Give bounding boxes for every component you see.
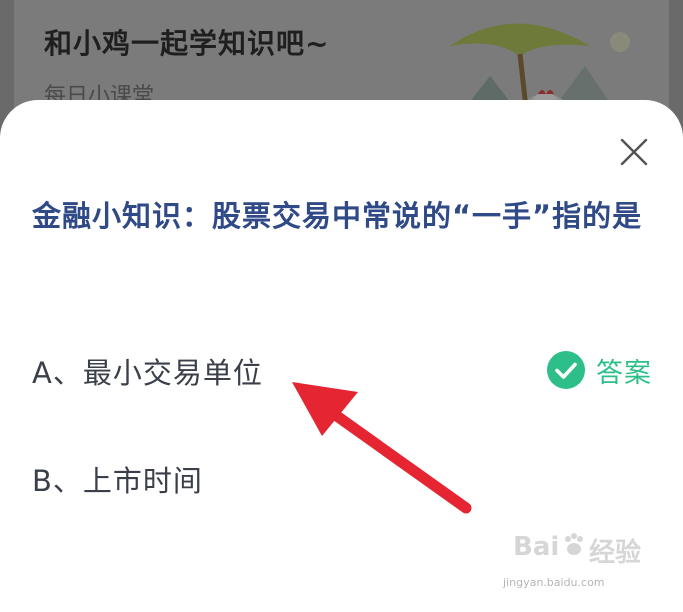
close-icon[interactable] [614,132,654,172]
watermark-brand: Bai [513,532,560,562]
check-circle-icon [547,351,585,389]
option-b-label: B、上市时间 [32,464,203,498]
answer-label: 答案 [596,357,652,389]
option-a[interactable]: A、最小交易单位 答案 [32,340,652,400]
watermark-brand-suffix: 经验 [589,538,642,568]
background-title: 和小鸡一起学知识吧~ [44,27,330,60]
question-text: 金融小知识：股票交易中常说的“一手”指的是 [32,199,643,233]
watermark-url: jingyan.baidu.com [503,576,605,589]
answer-indicator: 答案 [546,348,652,392]
baidu-watermark: Bai 经验 jingyan.baidu.com [503,532,643,602]
paw-icon [565,533,583,555]
option-a-label: A、最小交易单位 [32,356,263,390]
option-b[interactable]: B、上市时间 [32,448,652,508]
